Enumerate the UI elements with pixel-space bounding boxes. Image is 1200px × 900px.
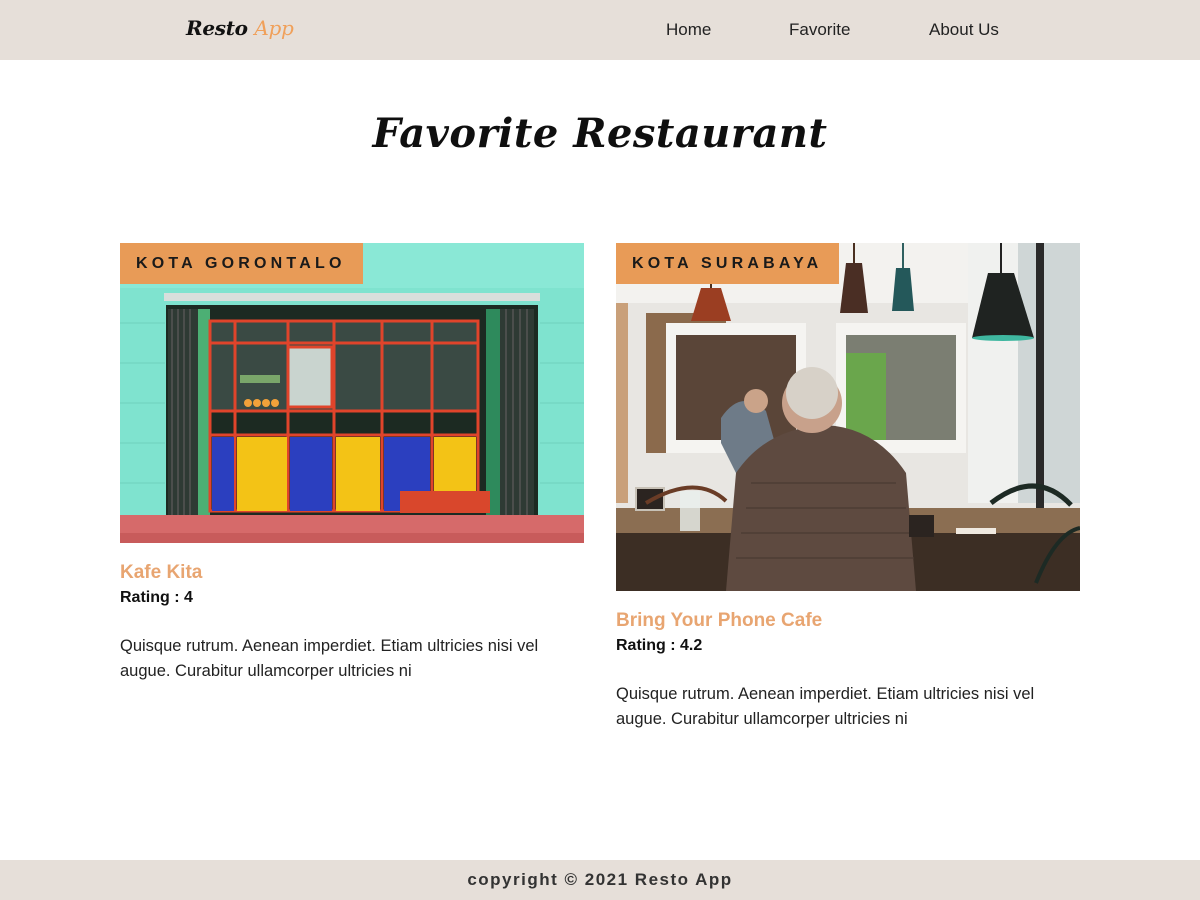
rating-label: Rating : xyxy=(616,637,680,654)
rating-value: 4 xyxy=(184,589,193,606)
restaurant-description: Quisque rutrum. Aenean imperdiet. Etiam … xyxy=(120,637,539,680)
copyright-text: copyright © 2021 Resto App xyxy=(467,870,733,889)
restaurant-image: KOTA SURABAYA xyxy=(616,243,1080,591)
nav-link-favorite[interactable]: Favorite xyxy=(789,20,850,40)
rating-label: Rating : xyxy=(120,589,184,606)
page-title: Favorite Restaurant xyxy=(372,110,828,157)
restaurant-rating: Rating : 4 xyxy=(120,589,584,607)
restaurant-rating: Rating : 4.2 xyxy=(616,637,1080,655)
city-badge: KOTA GORONTALO xyxy=(120,243,363,284)
restaurant-image: KOTA GORONTALO xyxy=(120,243,584,543)
storefront-photo xyxy=(120,243,584,543)
navbar: Resto App Home Favorite About Us xyxy=(0,0,1200,60)
cafe-photo xyxy=(616,243,1080,591)
restaurant-card: KOTA SURABAYA Bring Your Phone Cafe Rati… xyxy=(616,243,1080,732)
nav-link-home[interactable]: Home xyxy=(666,20,711,40)
restaurant-name-link[interactable]: Bring Your Phone Cafe xyxy=(616,610,1080,632)
rating-value: 4.2 xyxy=(680,637,703,654)
footer: copyright © 2021 Resto App xyxy=(0,860,1200,900)
nav-link-about-us[interactable]: About Us xyxy=(929,20,999,40)
restaurant-card: KOTA GORONTALO Kafe Kita Rating : 4 Quis… xyxy=(120,243,584,684)
restaurant-description: Quisque rutrum. Aenean imperdiet. Etiam … xyxy=(616,685,1035,728)
city-badge: KOTA SURABAYA xyxy=(616,243,840,284)
restaurant-name-link[interactable]: Kafe Kita xyxy=(120,562,584,584)
nav-menu: Home Favorite About Us xyxy=(0,20,1200,42)
